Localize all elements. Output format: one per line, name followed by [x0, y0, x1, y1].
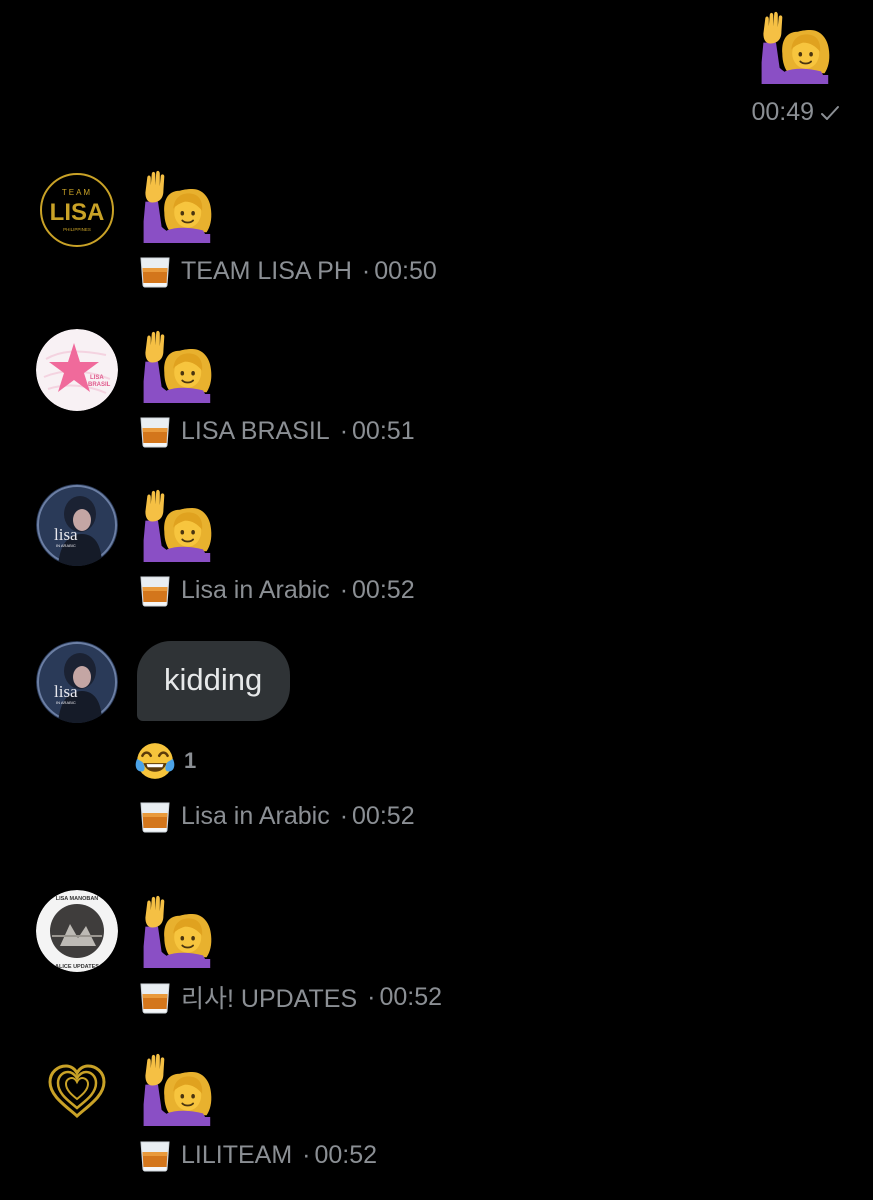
avatar[interactable]: LISA BRASIL	[36, 329, 118, 411]
reaction-badge[interactable]: 1	[134, 740, 196, 782]
lisa-in-arabic-avatar: lisa IN ARABIC	[36, 484, 118, 566]
sent-check-icon	[821, 105, 839, 120]
raising-hand-woman-icon[interactable]	[140, 167, 212, 247]
separator: ·	[339, 575, 349, 604]
message-meta: Lisa in Arabic · 00:52	[138, 799, 415, 833]
message-bubble[interactable]: kidding	[137, 641, 291, 721]
lisa-in-arabic-avatar: lisa IN ARABIC	[36, 641, 118, 723]
whiskey-glass-icon	[138, 254, 172, 288]
avatar[interactable]: lisa IN ARABIC	[36, 484, 118, 566]
raising-hand-woman-icon[interactable]	[140, 1050, 212, 1130]
raising-hand-woman-icon	[758, 8, 830, 88]
team-lisa-ph-avatar: TEAM LISA PHILIPPINES	[36, 169, 118, 251]
whiskey-glass-icon	[138, 573, 172, 607]
sender-name[interactable]: TEAM LISA PH	[181, 257, 352, 286]
liliteam-avatar	[36, 1050, 118, 1132]
separator: ·	[339, 801, 349, 830]
avatar-text: TEAM	[62, 188, 92, 197]
message-time: 00:52	[352, 801, 415, 830]
reaction-count: 1	[184, 748, 197, 773]
message-time: 00:50	[374, 256, 437, 285]
message-meta: 리사! UPDATES · 00:52	[138, 979, 442, 1015]
message-meta: TEAM LISA PH · 00:50	[138, 254, 437, 288]
avatar-text: LISA MANOBAN	[56, 896, 99, 902]
separator: ·	[302, 1140, 311, 1169]
raising-hand-woman-icon[interactable]	[140, 892, 212, 972]
own-message[interactable]: 00:49	[740, 8, 840, 138]
avatar[interactable]: lisa IN ARABIC	[36, 641, 118, 723]
avatar-text: LISA	[90, 375, 104, 381]
separator: ·	[339, 416, 349, 445]
avatar[interactable]: LISA MANOBAN ALICE UPDATES	[36, 890, 118, 972]
lisa-updates-avatar: LISA MANOBAN ALICE UPDATES	[36, 890, 118, 972]
sender-name[interactable]: Lisa in Arabic	[181, 576, 330, 605]
message-time: 00:52	[314, 1140, 378, 1169]
raising-hand-woman-icon[interactable]	[140, 486, 212, 566]
sender-name[interactable]: Lisa in Arabic	[181, 802, 330, 831]
message-time: 00:51	[352, 416, 415, 445]
message-meta: LISA BRASIL · 00:51	[138, 414, 415, 448]
conversation: 00:49 TEAM LISA PHILIPPINES TEAM LISA PH…	[0, 0, 873, 1200]
message-time: 00:52	[379, 982, 443, 1011]
separator: ·	[367, 982, 376, 1011]
avatar-text: lisa	[54, 682, 78, 701]
sender-name[interactable]: 리사! UPDATES	[181, 979, 357, 1015]
whiskey-glass-icon	[138, 414, 172, 448]
whiskey-glass-icon	[138, 980, 172, 1014]
avatar[interactable]: TEAM LISA PHILIPPINES	[36, 169, 118, 251]
sender-name[interactable]: LILITEAM	[181, 1141, 292, 1170]
avatar-text: PHILIPPINES	[63, 227, 91, 232]
whiskey-glass-icon	[138, 1138, 172, 1172]
message-text: kidding	[164, 662, 263, 697]
tears-of-joy-icon	[134, 740, 176, 782]
avatar-text: lisa	[54, 525, 78, 544]
lisa-brasil-avatar: LISA BRASIL	[36, 329, 118, 411]
avatar-text: IN ARABIC	[56, 543, 76, 548]
avatar-text: IN ARABIC	[56, 700, 76, 705]
raising-hand-woman-icon[interactable]	[140, 327, 212, 407]
own-message-meta: 00:49	[751, 98, 840, 127]
message-time: 00:49	[751, 98, 814, 126]
message-time: 00:52	[352, 575, 415, 604]
separator: ·	[361, 256, 371, 285]
sender-name[interactable]: LISA BRASIL	[181, 417, 330, 446]
avatar-text: ALICE UPDATES	[55, 964, 99, 970]
avatar[interactable]	[36, 1050, 118, 1132]
message-meta: LILITEAM · 00:52	[138, 1138, 377, 1172]
avatar-text: BRASIL	[88, 382, 111, 388]
message-meta: Lisa in Arabic · 00:52	[138, 573, 415, 607]
whiskey-glass-icon	[138, 799, 172, 833]
avatar-text: LISA	[50, 199, 105, 226]
